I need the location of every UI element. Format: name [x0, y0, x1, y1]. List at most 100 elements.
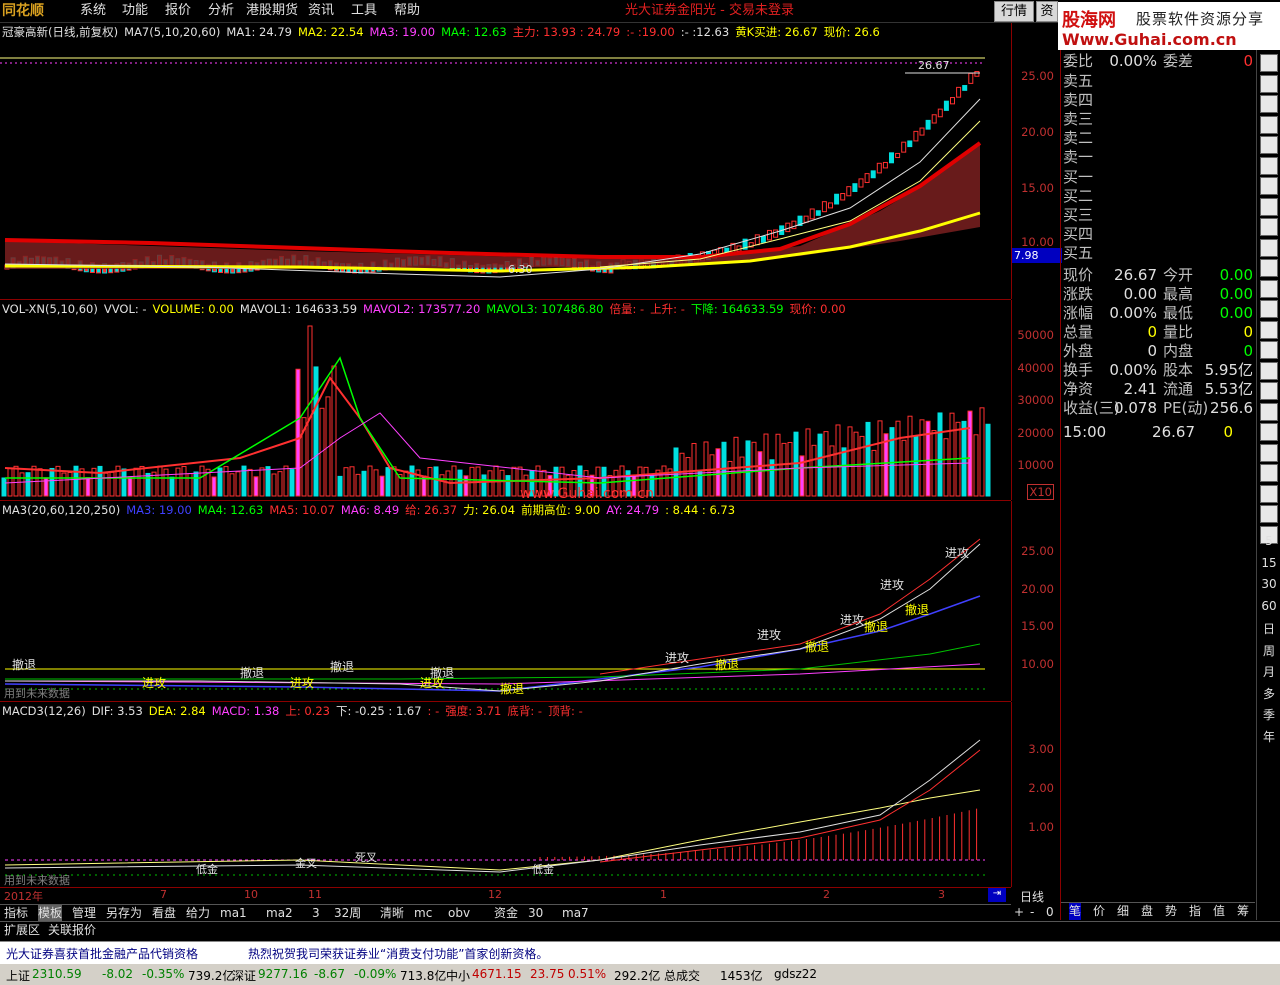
- toolbar-icon[interactable]: [1260, 238, 1278, 257]
- label: 外盘: [1063, 342, 1094, 360]
- quote-tab[interactable]: 笔: [1069, 903, 1082, 920]
- toolbar-icon[interactable]: [1260, 115, 1278, 134]
- toolbar-icon[interactable]: [1260, 484, 1278, 503]
- sell-level[interactable]: 卖三: [1063, 110, 1255, 128]
- menu-help[interactable]: 帮助: [394, 2, 420, 20]
- volume-chart[interactable]: www.Guhai.com.cn: [0, 318, 1011, 498]
- menu-info[interactable]: 资讯: [308, 2, 334, 20]
- quote-tab[interactable]: 指: [1189, 903, 1201, 920]
- ma3-pane[interactable]: MA3(20,60,120,250) MA3: 19.00 MA4: 12.63 MA…: [0, 501, 1011, 702]
- sell-level[interactable]: 卖二: [1063, 129, 1255, 147]
- toolbar-icon[interactable]: [1260, 443, 1278, 462]
- toolbar-icon[interactable]: [1260, 361, 1278, 380]
- volume-bar: [61, 472, 67, 497]
- toolbar-icon[interactable]: [1260, 197, 1278, 216]
- volume-bar: [913, 435, 919, 497]
- period-button[interactable]: 季: [1261, 706, 1277, 723]
- ma3-chart[interactable]: 撤退进攻撤退进攻撤退进攻撤退撤退进攻 撤退进攻撤退进攻 撤退进攻撤退进攻 用到未来数…: [0, 519, 1011, 701]
- toolbar-icon[interactable]: [1260, 74, 1278, 93]
- quote-tab[interactable]: 势: [1165, 903, 1177, 920]
- toolbar-icon[interactable]: [1260, 177, 1278, 195]
- toolbar-icon[interactable]: [1260, 279, 1278, 298]
- period-button[interactable]: 30: [1261, 577, 1277, 591]
- menu-quote[interactable]: 报价: [165, 2, 191, 20]
- indicator-tab[interactable]: 清晰: [380, 905, 404, 922]
- volume-pane[interactable]: VOL-XN(5,10,60) VVOL: - VOLUME: 0.00 MAVOL1…: [0, 300, 1011, 501]
- news-item-2[interactable]: 热烈祝贺我司荣获证券业“消费支付功能”首家创新资格。: [248, 945, 548, 962]
- toolbar-icon[interactable]: [1260, 341, 1278, 359]
- indicator-tab[interactable]: ma2: [266, 905, 293, 922]
- indicator-tab[interactable]: 指标: [4, 905, 28, 922]
- volume-bar: [985, 423, 991, 497]
- indicator-tab[interactable]: obv: [448, 905, 470, 922]
- toolbar-icon[interactable]: [1260, 402, 1278, 421]
- sell-level[interactable]: 卖四: [1063, 91, 1255, 109]
- toolbar-icon[interactable]: [1260, 423, 1278, 441]
- indicator-tab[interactable]: 看盘: [152, 905, 176, 922]
- toolbar-icon[interactable]: [1260, 156, 1278, 175]
- tab-extension[interactable]: 扩展区: [4, 922, 40, 939]
- indicator-tab[interactable]: mc: [414, 905, 432, 922]
- label: 流通: [1163, 380, 1194, 398]
- toolbar-icon[interactable]: [1260, 505, 1278, 523]
- scroll-indicator[interactable]: ⇥: [988, 888, 1006, 902]
- indicator-tab[interactable]: 另存为: [106, 905, 142, 922]
- menu-tools[interactable]: 工具: [351, 2, 377, 20]
- zoom-controls[interactable]: + -0: [1012, 904, 1060, 921]
- toolbar-icon[interactable]: [1260, 320, 1278, 339]
- buy-level[interactable]: 买五: [1063, 244, 1255, 262]
- sell-level[interactable]: 卖五: [1063, 72, 1255, 90]
- indicator-tab[interactable]: 管理: [72, 905, 96, 922]
- indicator-tab[interactable]: ma7: [562, 905, 589, 922]
- indicator-tab[interactable]: ma1: [220, 905, 247, 922]
- buy-level[interactable]: 买三: [1063, 206, 1255, 224]
- menu-function[interactable]: 功能: [122, 2, 148, 20]
- trade-button[interactable]: 资: [1036, 1, 1058, 22]
- buy-level[interactable]: 买二: [1063, 187, 1255, 205]
- tab-related-quote[interactable]: 关联报价: [48, 922, 96, 939]
- menu-analysis[interactable]: 分析: [208, 2, 234, 20]
- macd-chart[interactable]: 低金 低金 死叉 金叉 用到未来数据: [0, 720, 1011, 887]
- toolbar-icon[interactable]: [1260, 218, 1278, 236]
- period-button[interactable]: 年: [1261, 728, 1277, 745]
- quote-tab[interactable]: 盘: [1141, 903, 1153, 920]
- buy-level[interactable]: 买四: [1063, 225, 1255, 243]
- menu-system[interactable]: 系统: [80, 2, 106, 20]
- period-button[interactable]: 周: [1261, 642, 1277, 659]
- toolbar-icon[interactable]: [1260, 54, 1278, 72]
- volume-bar: [439, 474, 445, 497]
- quote-button[interactable]: 行情: [994, 1, 1034, 22]
- period-button[interactable]: 5: [1261, 534, 1277, 548]
- indicator-tab[interactable]: 3: [312, 905, 320, 922]
- volume-bar: [175, 467, 181, 497]
- buy-level[interactable]: 买一: [1063, 168, 1255, 186]
- period-button[interactable]: 多: [1261, 685, 1277, 702]
- toolbar-icon[interactable]: [1260, 95, 1278, 113]
- indicator-tab[interactable]: 模板: [38, 905, 63, 922]
- period-button[interactable]: 60: [1261, 599, 1277, 613]
- indicator-tab[interactable]: 32周: [334, 905, 361, 922]
- toolbar-icon[interactable]: [1260, 300, 1278, 318]
- volume-bar: [259, 467, 265, 497]
- toolbar-icon[interactable]: [1260, 382, 1278, 400]
- period-button[interactable]: 日: [1261, 620, 1277, 637]
- toolbar-icon[interactable]: [1260, 464, 1278, 482]
- period-button[interactable]: 15: [1261, 556, 1277, 570]
- toolbar-icon[interactable]: [1260, 136, 1278, 154]
- indicator-tab[interactable]: 资金: [494, 905, 518, 922]
- indicator-tab[interactable]: 给力: [186, 905, 210, 922]
- macd-pane[interactable]: MACD3(12,26) DIF: 3.53 DEA: 2.84 MACD: 1.38…: [0, 702, 1011, 888]
- news-item-1[interactable]: 光大证券喜获首批金融产品代销资格: [6, 945, 198, 962]
- period-button[interactable]: 月: [1261, 663, 1277, 680]
- quote-tab[interactable]: 筹: [1237, 903, 1249, 920]
- menu-hk-futures[interactable]: 港股期货: [246, 2, 298, 20]
- toolbar-icon[interactable]: [1260, 259, 1278, 277]
- sell-level[interactable]: 卖一: [1063, 148, 1255, 166]
- time-label: 12: [488, 888, 502, 901]
- kline-pane[interactable]: 冠豪高新(日线,前复权) MA7(5,10,20,60) MA1: 24.79 MA2…: [0, 23, 1011, 300]
- quote-tab[interactable]: 细: [1117, 903, 1129, 920]
- quote-tab[interactable]: 价: [1093, 903, 1105, 920]
- quote-tab[interactable]: 值: [1213, 903, 1225, 920]
- indicator-tab[interactable]: 30: [528, 905, 543, 922]
- kline-chart[interactable]: 26.67 6.30: [0, 41, 1011, 299]
